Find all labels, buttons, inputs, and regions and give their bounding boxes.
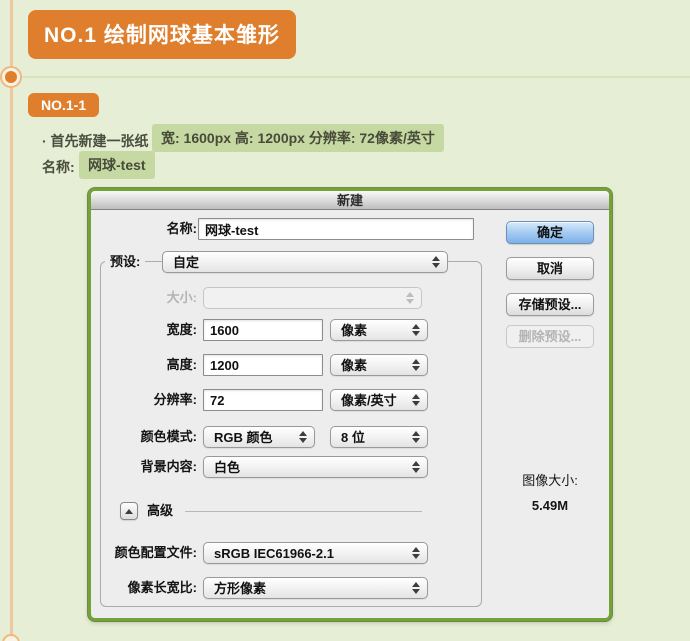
pixel-aspect-value: 方形像素 <box>214 578 266 600</box>
width-unit-select[interactable]: 像素 <box>330 319 428 341</box>
preset-field-label: 预设: <box>105 251 145 273</box>
stepper-arrows-icon <box>432 256 440 268</box>
bit-depth-value: 8 位 <box>341 427 365 449</box>
stepper-arrows-icon <box>412 461 420 473</box>
stepper-arrows-icon <box>412 547 420 559</box>
stepper-arrows-icon <box>406 292 414 304</box>
stepper-arrows-icon <box>299 431 307 443</box>
image-size-value: 5.49M <box>490 498 610 513</box>
cancel-button[interactable]: 取消 <box>506 257 594 280</box>
height-input[interactable] <box>203 354 323 376</box>
new-document-dialog: 新建 名称: 确定 取消 存储预设... 删除预设... 预设: 自定 大小: … <box>88 188 612 621</box>
width-input[interactable] <box>203 319 323 341</box>
bit-depth-select[interactable]: 8 位 <box>330 426 428 448</box>
background-contents-field-label: 背景内容: <box>91 456 197 478</box>
width-unit-value: 像素 <box>341 320 367 342</box>
advanced-label: 高级 <box>147 502 173 520</box>
image-size-label: 图像大小: <box>490 470 610 489</box>
dialog-title: 新建 <box>337 193 363 208</box>
timeline-horizontal-line <box>20 76 690 78</box>
step-intro-text: · 首先新建一张纸 <box>42 131 149 151</box>
save-preset-button[interactable]: 存储预设... <box>506 293 594 316</box>
stepper-arrows-icon <box>412 394 420 406</box>
resolution-input[interactable] <box>203 389 323 411</box>
advanced-divider <box>185 511 422 512</box>
stepper-arrows-icon <box>412 582 420 594</box>
color-profile-value: sRGB IEC61966-2.1 <box>214 543 334 565</box>
timeline-node-bottom-icon <box>2 634 20 641</box>
size-field-label: 大小: <box>91 287 197 309</box>
height-unit-value: 像素 <box>341 355 367 377</box>
ok-button[interactable]: 确定 <box>506 221 594 244</box>
step-badge: NO.1-1 <box>28 93 99 117</box>
specs-highlight: 宽: 1600px 高: 1200px 分辨率: 72像素/英寸 <box>152 124 444 152</box>
stepper-arrows-icon <box>412 324 420 336</box>
color-profile-field-label: 颜色配置文件: <box>91 542 197 564</box>
resolution-field-label: 分辨率: <box>91 389 197 411</box>
size-select <box>203 287 422 309</box>
color-mode-select[interactable]: RGB 颜色 <box>203 426 315 448</box>
height-unit-select[interactable]: 像素 <box>330 354 428 376</box>
timeline-node-icon <box>0 66 22 88</box>
section-title: NO.1 绘制网球基本雏形 <box>28 10 296 59</box>
timeline-node-dot-icon <box>5 71 17 83</box>
tutorial-page: NO.1 绘制网球基本雏形 NO.1-1 · 首先新建一张纸 宽: 1600px… <box>0 0 690 641</box>
height-field-label: 高度: <box>91 354 197 376</box>
pixel-aspect-select[interactable]: 方形像素 <box>203 577 428 599</box>
dialog-titlebar[interactable]: 新建 <box>91 191 609 210</box>
background-contents-value: 白色 <box>214 457 240 479</box>
preset-select[interactable]: 自定 <box>162 251 448 273</box>
resolution-unit-select[interactable]: 像素/英寸 <box>330 389 428 411</box>
background-contents-select[interactable]: 白色 <box>203 456 428 478</box>
timeline-vertical-line <box>10 0 13 641</box>
name-highlight: 网球-test <box>79 151 155 179</box>
collapse-arrow-icon <box>125 509 133 514</box>
stepper-arrows-icon <box>412 431 420 443</box>
name-field-label: 名称: <box>91 218 197 240</box>
stepper-arrows-icon <box>412 359 420 371</box>
width-field-label: 宽度: <box>91 319 197 341</box>
color-profile-select[interactable]: sRGB IEC61966-2.1 <box>203 542 428 564</box>
color-mode-value: RGB 颜色 <box>214 427 273 449</box>
name-input[interactable] <box>198 218 474 240</box>
delete-preset-button: 删除预设... <box>506 325 594 348</box>
name-label-text: 名称: <box>42 157 75 177</box>
resolution-unit-value: 像素/英寸 <box>341 390 397 412</box>
color-mode-field-label: 颜色模式: <box>91 426 197 448</box>
pixel-aspect-field-label: 像素长宽比: <box>91 577 197 599</box>
preset-value: 自定 <box>173 252 199 274</box>
advanced-disclosure-button[interactable] <box>120 502 138 520</box>
